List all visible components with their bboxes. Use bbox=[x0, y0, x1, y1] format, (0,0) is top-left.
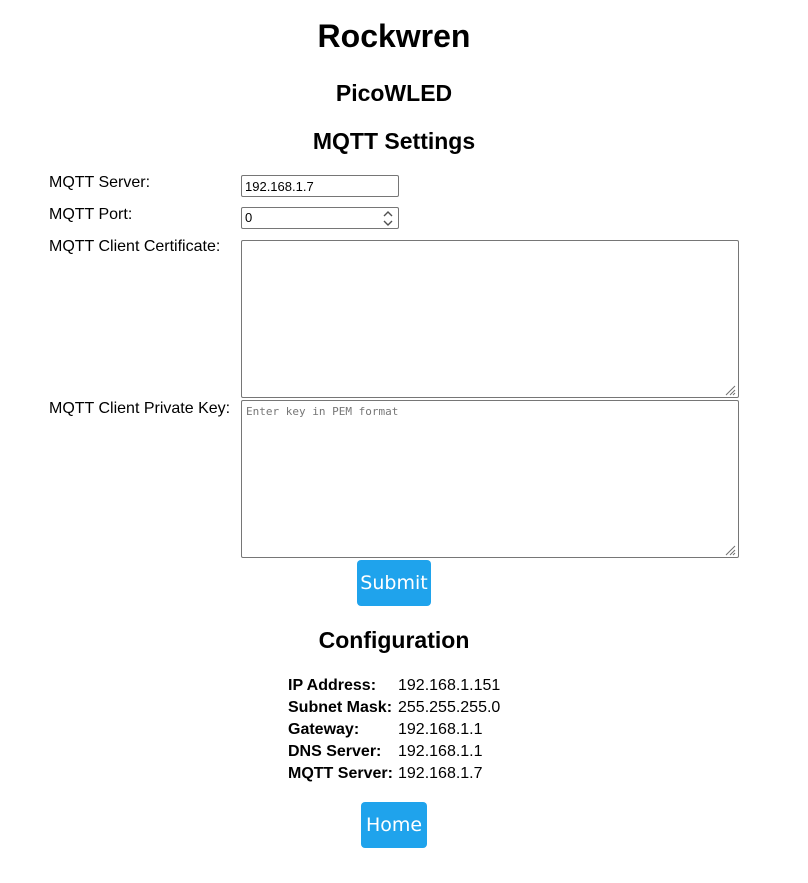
table-row: DNS Server: 192.168.1.1 bbox=[288, 741, 500, 763]
table-row: Gateway: 192.168.1.1 bbox=[288, 719, 500, 741]
private-key-placeholder: Enter key in PEM format bbox=[246, 405, 399, 418]
config-value: 255.255.255.0 bbox=[398, 699, 501, 716]
mqtt-port-value: 0 bbox=[245, 210, 253, 225]
config-value: 192.168.1.7 bbox=[398, 765, 483, 782]
config-value: 192.168.1.1 bbox=[398, 721, 483, 738]
config-key: MQTT Server: bbox=[288, 765, 393, 782]
spinner-down-icon[interactable] bbox=[380, 218, 396, 227]
mqtt-server-label: MQTT Server: bbox=[49, 174, 151, 191]
spinner-up-icon[interactable] bbox=[380, 209, 396, 218]
page-title: Rockwren bbox=[317, 18, 471, 54]
private-key-label: MQTT Client Private Key: bbox=[49, 400, 231, 417]
mqtt-server-input[interactable] bbox=[241, 175, 399, 197]
home-button[interactable]: Home bbox=[361, 802, 427, 848]
configuration-heading: Configuration bbox=[318, 627, 470, 653]
mqtt-port-label: MQTT Port: bbox=[49, 206, 133, 223]
client-certificate-label: MQTT Client Certificate: bbox=[49, 238, 221, 255]
mqtt-port-input[interactable]: 0 bbox=[241, 207, 399, 229]
spinner-arrows-icon[interactable] bbox=[380, 209, 396, 227]
private-key-textarea[interactable]: Enter key in PEM format bbox=[241, 400, 739, 558]
table-row: IP Address: 192.168.1.151 bbox=[288, 675, 500, 697]
resize-grip-icon[interactable] bbox=[724, 383, 736, 396]
table-row: Subnet Mask: 255.255.255.0 bbox=[288, 697, 500, 719]
page: Rockwren PicoWLED MQTT Settings MQTT Ser… bbox=[0, 0, 808, 883]
resize-grip-icon[interactable] bbox=[724, 543, 736, 556]
config-value: 192.168.1.1 bbox=[398, 743, 483, 760]
config-key: IP Address: bbox=[288, 677, 377, 694]
table-row: MQTT Server: 192.168.1.7 bbox=[288, 763, 500, 785]
config-value: 192.168.1.151 bbox=[398, 677, 501, 694]
config-key: DNS Server: bbox=[288, 743, 382, 760]
config-key: Subnet Mask: bbox=[288, 699, 393, 716]
client-certificate-textarea[interactable] bbox=[241, 240, 739, 398]
device-name: PicoWLED bbox=[335, 80, 453, 106]
configuration-table: IP Address: 192.168.1.151 Subnet Mask: 2… bbox=[288, 675, 500, 785]
config-key: Gateway: bbox=[288, 721, 360, 738]
submit-button[interactable]: Submit bbox=[357, 560, 431, 606]
mqtt-settings-heading: MQTT Settings bbox=[312, 128, 476, 154]
